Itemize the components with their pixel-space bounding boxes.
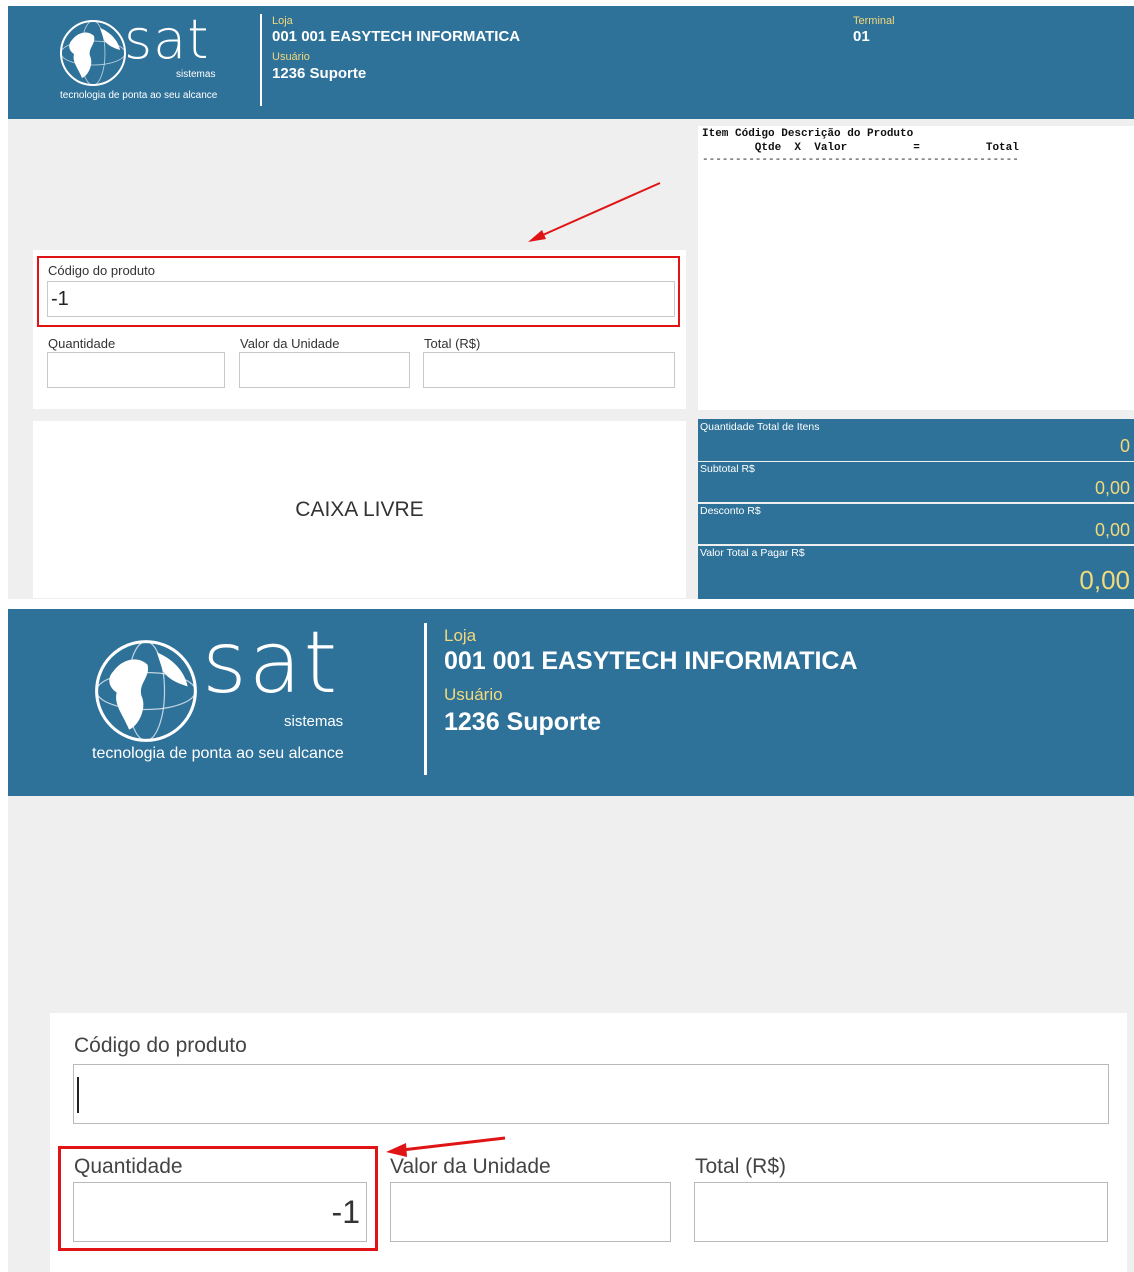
usuario-label: Usuário	[272, 51, 310, 63]
arrow-annotation-top	[528, 182, 661, 242]
status-text: CAIXA LIVRE	[295, 498, 424, 521]
zoom-header-divider	[424, 623, 427, 775]
zoom-loja-label: Loja	[444, 626, 477, 645]
zoom-usuario-label: Usuário	[444, 685, 503, 704]
zoom-usuario-value: 1236 Suporte	[444, 708, 602, 736]
arrow-annotation-bottom	[386, 1136, 506, 1157]
zoom-loja-value: 001 001 EASYTECH INFORMATICA	[444, 647, 858, 675]
codigo-highlight	[37, 256, 680, 327]
summary-total-label: Valor Total a Pagar R$	[700, 547, 805, 559]
terminal-label: Terminal	[853, 15, 895, 27]
summary-subtotal-label: Subtotal R$	[700, 463, 755, 475]
zoom-logo-sub: sistemas	[284, 713, 344, 730]
usuario-value: 1236 Suporte	[272, 65, 367, 82]
zoom-text-cursor	[77, 1077, 79, 1113]
summary-subtotal-value: 0,00	[1094, 478, 1130, 498]
receipt-panel	[698, 126, 1134, 410]
receipt-line2: Qtde X Valor = Total	[702, 142, 1019, 154]
zoom-total-input[interactable]	[694, 1182, 1108, 1242]
quantidade-input[interactable]	[47, 352, 225, 388]
logo-brand: sat	[124, 8, 210, 71]
header-divider	[260, 14, 262, 106]
zoom-codigo-label: Código do produto	[74, 1034, 247, 1057]
summary-total-value: 0,00	[1079, 565, 1130, 595]
summary-desconto-value: 0,00	[1094, 520, 1130, 540]
zoom-logo-tagline: tecnologia de ponta ao seu alcance	[92, 745, 344, 762]
zoom-logo-brand: sat	[202, 613, 340, 713]
zoom-header: sat sistemas tecnologia de ponta ao seu …	[8, 609, 1134, 796]
zoom-codigo-input[interactable]	[73, 1064, 1109, 1124]
valor-unidade-input[interactable]	[239, 352, 410, 388]
total-label: Total (R$)	[424, 336, 481, 351]
zoom-total-label: Total (R$)	[695, 1155, 787, 1178]
globe-icon	[95, 640, 197, 742]
terminal-value: 01	[853, 28, 870, 45]
receipt-separator: ----------------------------------------…	[702, 154, 1019, 166]
loja-label: Loja	[272, 15, 293, 27]
quantidade-label: Quantidade	[48, 336, 116, 351]
zoom-valor-unidade-input[interactable]	[390, 1182, 671, 1242]
zoom-quantidade-highlight	[58, 1146, 378, 1251]
receipt-line1: Item Código Descrição do Produto	[702, 128, 914, 140]
globe-icon	[60, 20, 126, 86]
loja-value: 001 001 EASYTECH INFORMATICA	[272, 28, 521, 45]
total-input[interactable]	[423, 352, 675, 388]
logo-sub: sistemas	[176, 69, 216, 80]
top-header: sat sistemas tecnologia de ponta ao seu …	[8, 6, 1134, 119]
logo-tagline: tecnologia de ponta ao seu alcance	[60, 90, 218, 101]
summary-qtd-value: 0	[1119, 436, 1130, 456]
sat-logo: sat sistemas tecnologia de ponta ao seu …	[58, 8, 228, 106]
summary-desconto-label: Desconto R$	[700, 505, 761, 517]
zoom-sat-logo: sat sistemas tecnologia de ponta ao seu …	[92, 613, 392, 769]
summary-qtd-label: Quantidade Total de Itens	[700, 421, 820, 433]
valor-unidade-label: Valor da Unidade	[240, 336, 340, 351]
